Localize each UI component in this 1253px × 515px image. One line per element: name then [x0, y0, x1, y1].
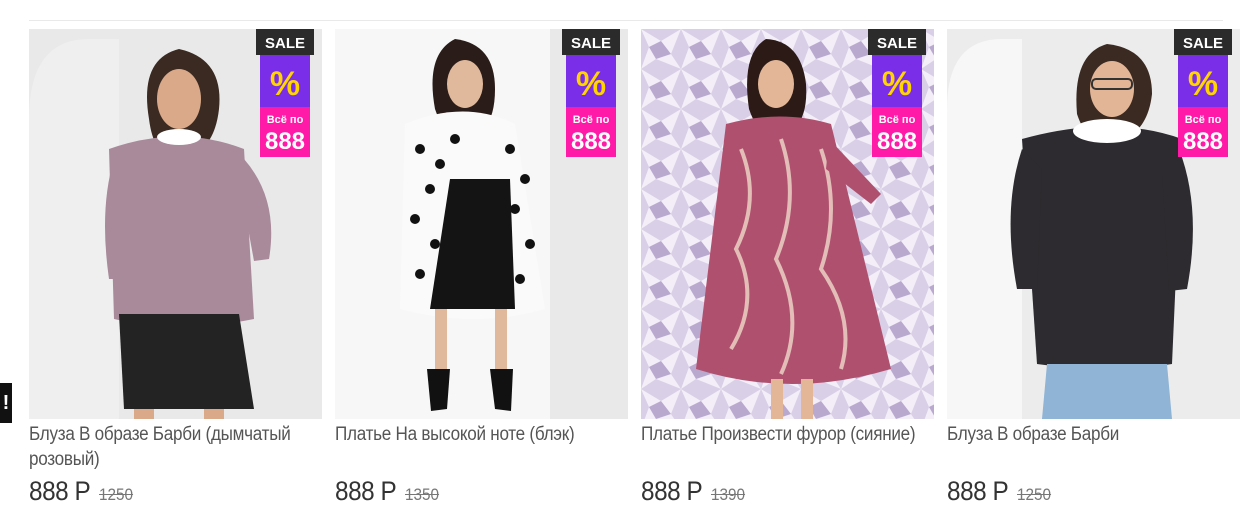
svg-text:SALE: SALE [877, 35, 917, 52]
current-price: 888 Р [947, 476, 1009, 506]
price-row: 888 Р 1350 [335, 476, 628, 507]
svg-text:Всё по: Всё по [267, 114, 304, 126]
svg-text:Всё по: Всё по [1185, 114, 1222, 126]
svg-text:%: % [270, 65, 300, 103]
sale-badge: SALE % Всё по 888 [256, 29, 314, 157]
product-card[interactable]: SALE % Всё по 888 Платье На высокой ноте… [335, 29, 628, 507]
product-card[interactable]: SALE % Всё по 888 Блуза В образе Барби (… [29, 29, 322, 507]
old-price: 1250 [99, 485, 134, 504]
product-name[interactable]: Блуза В образе Барби (дымчатый розовый) [29, 422, 322, 474]
svg-text:Всё по: Всё по [879, 114, 916, 126]
product-name[interactable]: Платье Произвести фурор (сияние) [641, 422, 934, 474]
old-price: 1350 [405, 485, 440, 504]
product-card[interactable]: SALE % Всё по 888 Платье Произвести фуро… [641, 29, 934, 507]
svg-text:%: % [576, 65, 606, 103]
product-card[interactable]: SALE % Всё по 888 Блуза В образе Барби 8… [947, 29, 1240, 507]
svg-text:888: 888 [265, 128, 305, 155]
svg-text:888: 888 [1183, 128, 1223, 155]
side-feedback-tab[interactable]: ! [0, 383, 12, 423]
svg-text:888: 888 [877, 128, 917, 155]
price-row: 888 Р 1250 [947, 476, 1240, 507]
product-grid: SALE % Всё по 888 Блуза В образе Барби (… [29, 29, 1240, 507]
sale-badge: SALE % Всё по 888 [868, 29, 926, 157]
old-price: 1250 [1017, 485, 1052, 504]
product-image[interactable]: SALE % Всё по 888 [335, 29, 628, 419]
svg-text:SALE: SALE [1183, 35, 1223, 52]
svg-text:SALE: SALE [571, 35, 611, 52]
sale-badge: SALE % Всё по 888 [562, 29, 620, 157]
svg-text:%: % [882, 65, 912, 103]
current-price: 888 Р [641, 476, 703, 506]
product-image[interactable]: SALE % Всё по 888 [641, 29, 934, 419]
product-listing-page: ! SALE % Всё по 888 Блуза В образе Барби… [0, 0, 1253, 515]
svg-text:888: 888 [571, 128, 611, 155]
product-name[interactable]: Платье На высокой ноте (блэк) [335, 422, 628, 474]
price-row: 888 Р 1390 [641, 476, 934, 507]
current-price: 888 Р [29, 476, 91, 506]
product-name[interactable]: Блуза В образе Барби [947, 422, 1240, 474]
divider [29, 20, 1223, 21]
product-image[interactable]: SALE % Всё по 888 [947, 29, 1240, 419]
old-price: 1390 [711, 485, 746, 504]
product-image[interactable]: SALE % Всё по 888 [29, 29, 322, 419]
price-row: 888 Р 1250 [29, 476, 322, 507]
svg-text:SALE: SALE [265, 35, 305, 52]
svg-text:%: % [1188, 65, 1218, 103]
sale-badge: SALE % Всё по 888 [1174, 29, 1232, 157]
current-price: 888 Р [335, 476, 397, 506]
svg-text:Всё по: Всё по [573, 114, 610, 126]
